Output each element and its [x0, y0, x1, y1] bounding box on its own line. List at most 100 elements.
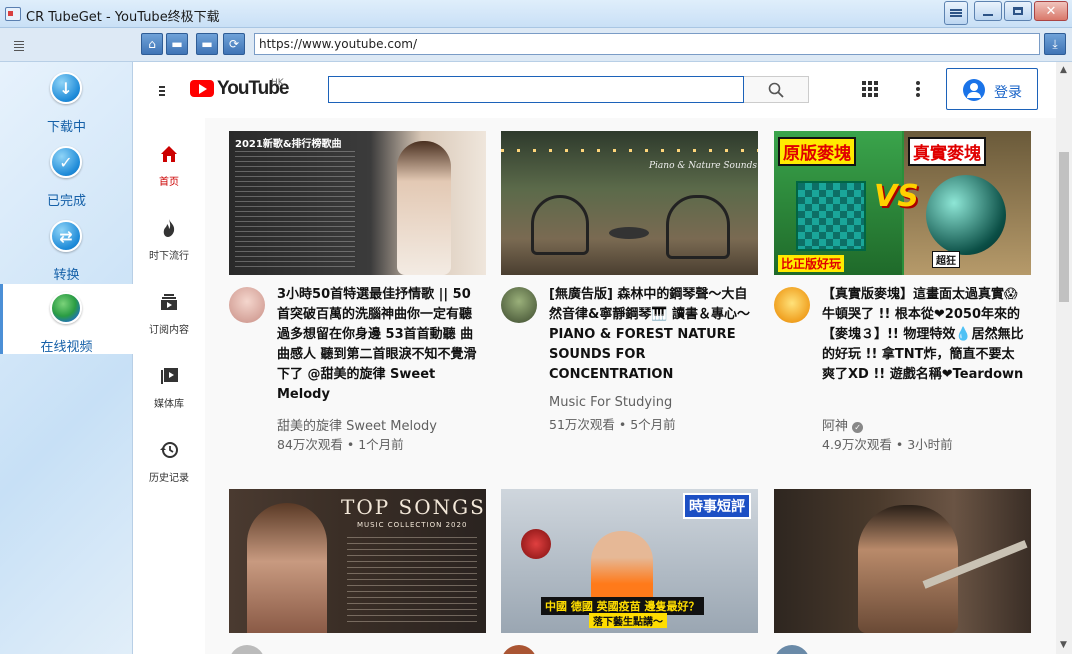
- signin-label: 登录: [994, 85, 1022, 101]
- maximize-button[interactable]: [1004, 1, 1032, 21]
- sidebar-item-label: 在线视频: [40, 340, 93, 355]
- list-menu-icon[interactable]: [14, 39, 24, 53]
- guide-item-trending[interactable]: 时下流行: [133, 202, 205, 272]
- thumbnail-badge: 時事短評: [683, 493, 751, 519]
- download-arrow-icon: ⤓: [1052, 36, 1058, 51]
- video-meta: 84万次观看 • 1个月前: [277, 437, 404, 452]
- guide-label: 订阅内容: [149, 325, 189, 336]
- video-thumbnail[interactable]: 原版麥塊 真實麥塊 VS 比正版好玩 超狂: [774, 131, 1031, 275]
- video-thumbnail[interactable]: 時事短評 中國 德國 英國疫苗 邊隻最好？ 落下藝生點講～: [501, 489, 758, 633]
- youtube-header: YouTube HK 登录: [133, 62, 1056, 118]
- thumbnail-badge: 超狂: [932, 251, 960, 268]
- channel-avatar[interactable]: [501, 645, 537, 654]
- channel-name[interactable]: 阿神 ✓: [822, 415, 864, 434]
- guide-label: 时下流行: [149, 251, 189, 262]
- video-card[interactable]: 時事短評 中國 德國 英國疫苗 邊隻最好？ 落下藝生點講～: [501, 489, 758, 654]
- search-icon: [768, 82, 784, 98]
- chair-left-graphic: [531, 195, 589, 255]
- video-title[interactable]: [無廣告版] 森林中的鋼琴聲～大自然音律&寧靜鋼琴🎹 讀書＆專心～ PIANO …: [549, 285, 754, 385]
- more-vert-icon[interactable]: [916, 81, 920, 99]
- sidebar-item-downloading[interactable]: ↓ 下载中: [0, 64, 133, 136]
- download-url-button[interactable]: ⤓: [1044, 33, 1066, 55]
- versus-icon: VS: [874, 179, 919, 214]
- back-button[interactable]: ▬: [166, 33, 188, 55]
- video-meta: 4.9万次观看 • 3小时前: [822, 437, 953, 452]
- hamburger-menu-icon[interactable]: [159, 84, 165, 98]
- actor-figure: [858, 505, 958, 633]
- video-thumbnail[interactable]: TOP SONGS MUSIC COLLECTION 2020: [229, 489, 486, 633]
- video-card[interactable]: 原版麥塊 真實麥塊 VS 比正版好玩 超狂 【真實版麥塊】這畫面太過真實😱牛頓哭…: [774, 131, 1031, 461]
- region-label: HK: [271, 78, 284, 88]
- video-thumbnail[interactable]: 2021新歌&排行榜歌曲: [229, 131, 486, 275]
- guide-label: 首页: [159, 177, 179, 188]
- thumbnail-text: 2021新歌&排行榜歌曲: [235, 139, 342, 150]
- url-input[interactable]: [254, 33, 1040, 55]
- thumbnail-text: TOP SONGS: [341, 495, 486, 519]
- refresh-button[interactable]: ⟳: [223, 33, 245, 55]
- scrollbar-thumb[interactable]: [1059, 152, 1069, 302]
- guide-item-library[interactable]: 媒体库: [133, 350, 205, 420]
- youtube-logo-icon[interactable]: [190, 80, 214, 97]
- video-card[interactable]: 2021新歌&排行榜歌曲 3小時50首特選最佳抒情歌 || 50首突破百萬的洗腦…: [229, 131, 486, 461]
- guide-label: 历史记录: [149, 473, 189, 484]
- sidebar-item-completed[interactable]: ✓ 已完成: [0, 138, 133, 210]
- video-card[interactable]: Piano & Nature Sounds [無廣告版] 森林中的鋼琴聲～大自然…: [501, 131, 758, 461]
- trending-icon: [163, 219, 175, 237]
- thumbnail-caption: 落下藝生點講～: [589, 613, 667, 628]
- history-icon: [160, 442, 178, 458]
- guide-item-home[interactable]: 首页: [133, 128, 205, 198]
- scroll-up-icon[interactable]: ▲: [1060, 65, 1067, 75]
- search-button[interactable]: [744, 76, 809, 103]
- thumbnail-text: 比正版好玩: [778, 255, 845, 272]
- sidebar-item-convert[interactable]: ⇄ 转换: [0, 212, 133, 284]
- home-button[interactable]: ⌂: [141, 33, 163, 55]
- sidebar-item-online-video[interactable]: 在线视频: [0, 284, 133, 355]
- ender-pearl-graphic: [796, 181, 866, 251]
- app-icon: [5, 7, 21, 21]
- thumbnail-text: 原版麥塊: [778, 137, 856, 166]
- video-card[interactable]: [774, 489, 1031, 654]
- menu-button[interactable]: [944, 1, 968, 25]
- channel-avatar[interactable]: [229, 287, 265, 323]
- back-icon: ▬: [171, 37, 183, 51]
- home-icon: ⌂: [148, 37, 156, 51]
- channel-avatar[interactable]: [774, 287, 810, 323]
- channel-avatar[interactable]: [774, 645, 810, 654]
- verified-icon: ✓: [852, 422, 864, 433]
- download-icon: ↓: [50, 72, 82, 104]
- video-title[interactable]: 【真實版麥塊】這畫面太過真實😱牛頓哭了 !! 根本從❤2050年來的【麥塊３】!…: [822, 285, 1027, 385]
- sidebar-item-label: 转换: [53, 268, 80, 283]
- channel-name-text: 阿神: [822, 419, 849, 434]
- account-icon: [963, 79, 985, 101]
- chair-right-graphic: [666, 195, 730, 259]
- fire-pit-graphic: [609, 227, 649, 239]
- forward-button[interactable]: ▬: [196, 33, 218, 55]
- channel-avatar[interactable]: [229, 645, 265, 654]
- apps-grid-icon[interactable]: [862, 81, 878, 97]
- guide-item-history[interactable]: 历史记录: [133, 424, 205, 494]
- vertical-scrollbar[interactable]: ▲ ▼: [1056, 62, 1072, 654]
- video-title[interactable]: 3小時50首特選最佳抒情歌 || 50首突破百萬的洗腦神曲你一定有聽過多想留在你…: [277, 285, 482, 405]
- string-lights-graphic: [501, 149, 758, 152]
- close-icon: ✕: [1045, 3, 1057, 19]
- signin-button[interactable]: 登录: [946, 68, 1038, 110]
- close-button[interactable]: ✕: [1034, 1, 1068, 21]
- globe-icon: [50, 292, 82, 324]
- guide-item-subscriptions[interactable]: 订阅内容: [133, 276, 205, 346]
- app-sidebar: ↓ 下载中 ✓ 已完成 ⇄ 转换 在线视频: [0, 62, 133, 654]
- video-thumbnail[interactable]: [774, 489, 1031, 633]
- singer-figure: [397, 141, 451, 275]
- virus-icon: [521, 529, 551, 559]
- channel-name[interactable]: 甜美的旋律 Sweet Melody: [277, 415, 437, 434]
- channel-name[interactable]: Music For Studying: [549, 395, 672, 410]
- video-thumbnail[interactable]: Piano & Nature Sounds: [501, 131, 758, 275]
- sidebar-item-label: 已完成: [46, 194, 86, 209]
- scroll-down-icon[interactable]: ▼: [1060, 640, 1067, 650]
- search-input[interactable]: [328, 76, 744, 103]
- guide-label: 媒体库: [154, 399, 184, 410]
- minimize-button[interactable]: [974, 1, 1002, 21]
- video-card[interactable]: TOP SONGS MUSIC COLLECTION 2020: [229, 489, 486, 654]
- channel-avatar[interactable]: [501, 287, 537, 323]
- thumbnail-text: 真實麥塊: [908, 137, 986, 166]
- real-pearl-graphic: [926, 175, 1006, 255]
